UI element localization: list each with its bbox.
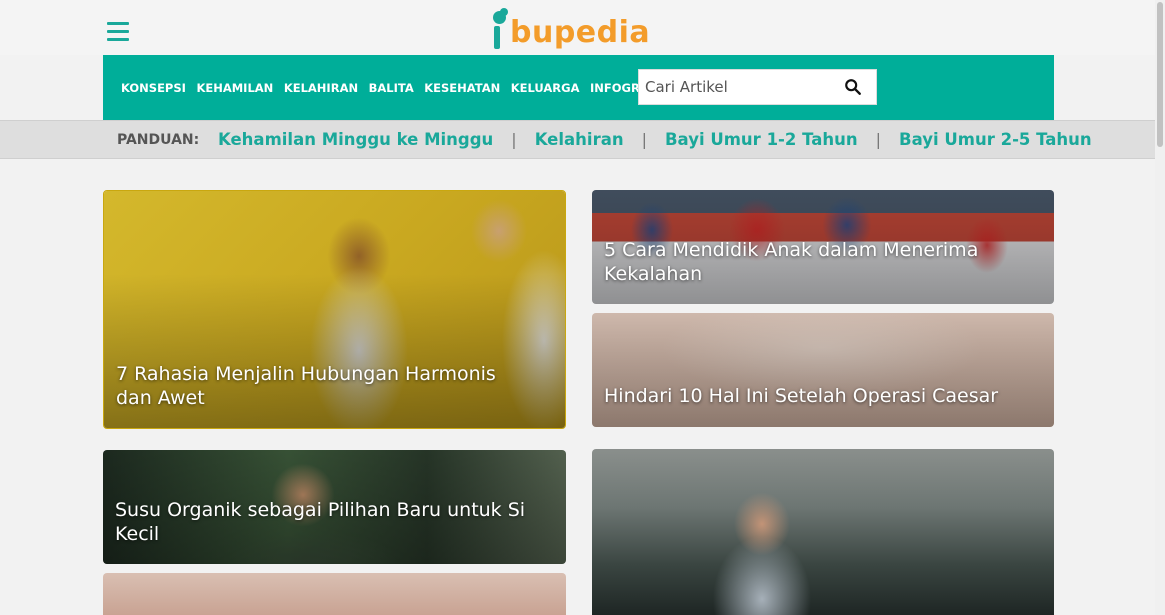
main-nav: KONSEPSI KEHAMILAN KELAHIRAN BALITA KESE… — [103, 55, 1054, 120]
search-icon[interactable] — [844, 78, 862, 96]
nav-item-konsepsi[interactable]: KONSEPSI — [121, 81, 186, 95]
logo-mark-icon — [490, 7, 512, 53]
article-image — [592, 449, 1054, 615]
nav-item-kelahiran[interactable]: KELAHIRAN — [284, 81, 358, 95]
guide-label: PANDUAN: — [117, 131, 200, 148]
article-card[interactable] — [592, 449, 1054, 615]
article-card[interactable] — [103, 573, 566, 615]
top-bar: bupedia — [0, 0, 1155, 55]
article-card[interactable]: 5 Cara Mendidik Anak dalam Menerima Keka… — [592, 190, 1054, 304]
article-title: Susu Organik sebagai Pilihan Baru untuk … — [115, 499, 526, 545]
nav-item-kehamilan[interactable]: KEHAMILAN — [196, 81, 273, 95]
scrollbar-thumb[interactable] — [1157, 2, 1163, 147]
article-title: 5 Cara Mendidik Anak dalam Menerima Keka… — [604, 239, 979, 285]
guide-link-bayi-2-5[interactable]: Bayi Umur 2-5 Tahun — [899, 130, 1092, 149]
guide-link-bayi-1-2[interactable]: Bayi Umur 1-2 Tahun — [665, 130, 858, 149]
site-logo[interactable]: bupedia — [490, 3, 650, 53]
guide-bar: PANDUAN: Kehamilan Minggu ke Minggu | Ke… — [0, 120, 1155, 159]
nav-item-kesehatan[interactable]: KESEHATAN — [424, 81, 500, 95]
search-input[interactable] — [639, 70, 839, 104]
guide-link-kelahiran[interactable]: Kelahiran — [535, 130, 624, 149]
guide-separator: | — [511, 130, 517, 149]
article-image — [103, 573, 566, 615]
article-card[interactable]: Hindari 10 Hal Ini Setelah Operasi Caesa… — [592, 313, 1054, 427]
guide-link-kehamilan[interactable]: Kehamilan Minggu ke Minggu — [218, 130, 493, 149]
guide-separator: | — [641, 130, 647, 149]
article-card[interactable]: Susu Organik sebagai Pilihan Baru untuk … — [103, 450, 566, 564]
nav-item-balita[interactable]: BALITA — [369, 81, 414, 95]
article-title: 7 Rahasia Menjalin Hubungan Harmonis dan… — [116, 363, 496, 409]
hamburger-menu-icon[interactable] — [107, 22, 129, 42]
article-title: Hindari 10 Hal Ini Setelah Operasi Caesa… — [604, 385, 999, 407]
page-scrollbar[interactable] — [1155, 0, 1165, 615]
logo-text: bupedia — [510, 15, 651, 50]
nav-item-keluarga[interactable]: KELUARGA — [511, 81, 580, 95]
guide-separator: | — [875, 130, 882, 149]
search-box — [638, 69, 877, 105]
article-card-featured[interactable]: 7 Rahasia Menjalin Hubungan Harmonis dan… — [103, 190, 566, 429]
